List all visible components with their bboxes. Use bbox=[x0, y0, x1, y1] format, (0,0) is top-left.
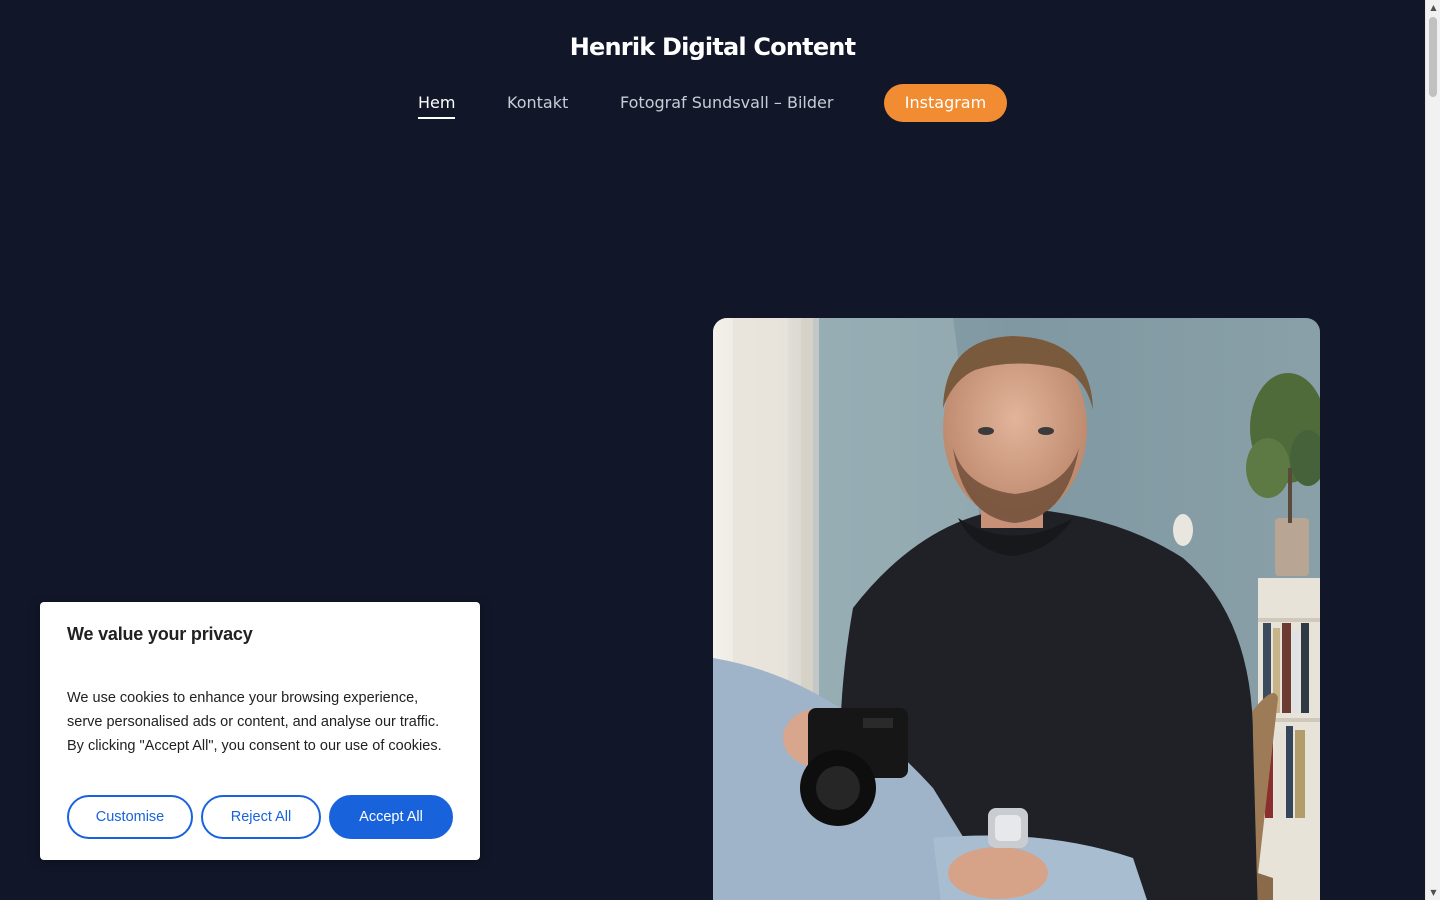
hero-portrait-photo bbox=[713, 318, 1320, 900]
site-title[interactable]: Henrik Digital Content bbox=[0, 30, 1425, 64]
scroll-up-arrow-icon[interactable]: ▲ bbox=[1426, 0, 1440, 15]
instagram-button[interactable]: Instagram bbox=[884, 84, 1007, 122]
nav-link-kontakt[interactable]: Kontakt bbox=[507, 92, 568, 114]
page-scrollbar[interactable]: ▲ ▼ bbox=[1425, 0, 1440, 900]
scrollbar-thumb[interactable] bbox=[1429, 17, 1437, 97]
customise-button[interactable]: Customise bbox=[67, 795, 193, 839]
reject-all-button[interactable]: Reject All bbox=[201, 795, 321, 839]
cookie-banner-description: We use cookies to enhance your browsing … bbox=[67, 690, 442, 754]
nav-link-fotograf-bilder[interactable]: Fotograf Sundsvall – Bilder bbox=[620, 92, 833, 114]
page: Henrik Digital Content Hem Kontakt Fotog… bbox=[0, 0, 1440, 900]
cookie-banner-title: We value your privacy bbox=[67, 624, 253, 644]
cookie-consent-banner: We value your privacy We use cookies to … bbox=[40, 602, 480, 860]
accept-all-button[interactable]: Accept All bbox=[329, 795, 453, 839]
nav-link-hem[interactable]: Hem bbox=[418, 92, 456, 119]
main-nav: Hem Kontakt Fotograf Sundsvall – Bilder … bbox=[0, 84, 1425, 122]
scroll-down-arrow-icon[interactable]: ▼ bbox=[1426, 885, 1440, 900]
